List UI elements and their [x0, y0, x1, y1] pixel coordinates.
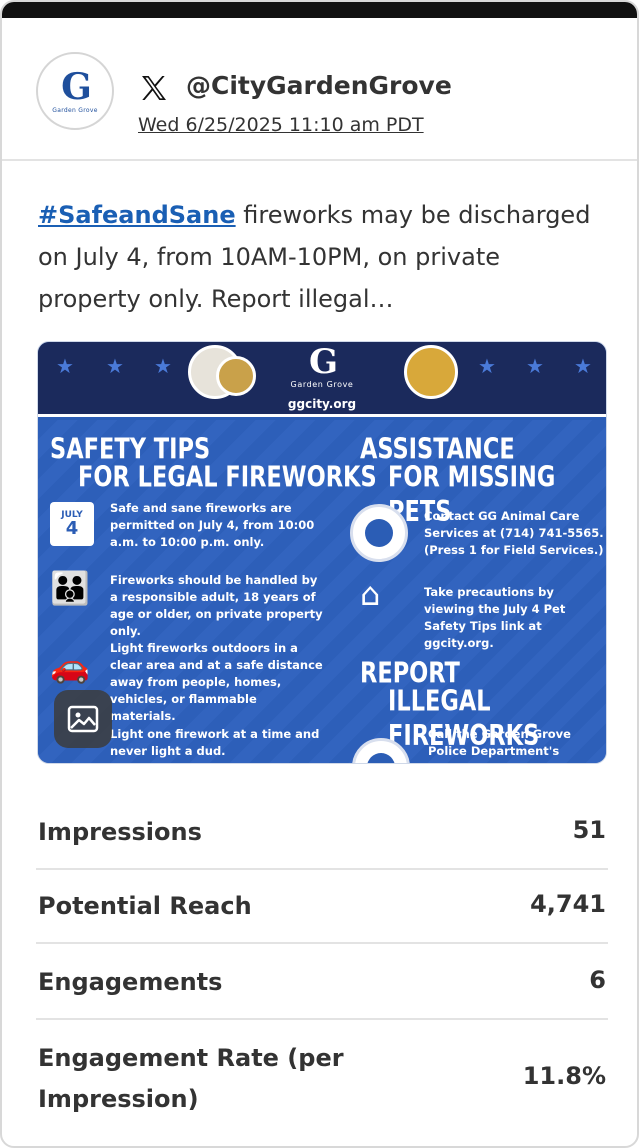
flyer-url: ggcity.org: [287, 397, 357, 411]
avatar[interactable]: G Garden Grove: [36, 52, 114, 130]
stat-label: Potential Reach: [38, 892, 252, 920]
pets-tip-2: Take precautions by viewing the July 4 P…: [424, 585, 566, 650]
animal-care-seal-icon: [350, 504, 408, 562]
post-text: #SafeandSane fireworks may be discharged…: [38, 194, 604, 320]
report-text: Call the Garden Grove Police Department'…: [428, 727, 571, 758]
tip-3: Light fireworks outdoors in a clear area…: [110, 641, 323, 723]
tip-4: Light one firework at a time and never l…: [110, 727, 320, 758]
image-icon: [67, 705, 99, 733]
post-timestamp-link[interactable]: Wed 6/25/2025 11:10 am PDT: [138, 114, 424, 136]
doghouse-icon: ⌂: [360, 575, 381, 613]
stat-label: Impressions: [38, 818, 202, 846]
tip-1: Safe and sane fireworks are permitted on…: [110, 501, 315, 549]
stat-row-engagement-rate: Engagement Rate (per Impression) 11.8%: [36, 1020, 608, 1140]
stat-row-engagements: Engagements 6: [36, 944, 608, 1020]
x-logo-icon: [142, 76, 166, 100]
account-handle[interactable]: @CityGardenGrove: [186, 71, 452, 100]
safety-subtitle: FOR LEGAL FIREWORKS: [78, 460, 377, 494]
post-report-card: G Garden Grove @CityGardenGrove Wed 6/25…: [0, 0, 639, 1148]
post-header: G Garden Grove @CityGardenGrove Wed 6/25…: [2, 18, 637, 161]
post-image[interactable]: ★ ★ ★ ★ ★ ★ G Garden Grove ggcity.org SA…: [37, 341, 607, 764]
city-logo: G Garden Grove ggcity.org: [38, 344, 606, 411]
pets-tip-1: Contact GG Animal Care Services at (714)…: [424, 509, 604, 557]
stat-row-potential-reach: Potential Reach 4,741: [36, 870, 608, 944]
stat-value: 11.8%: [522, 1062, 606, 1090]
tip-2: Fireworks should be handled by a respons…: [110, 573, 323, 638]
car-icon: 🚗: [50, 647, 90, 685]
stat-value: 51: [572, 816, 606, 844]
stat-label: Engagements: [38, 968, 223, 996]
hashtag-link[interactable]: #SafeandSane: [38, 201, 236, 229]
gallery-button[interactable]: [54, 690, 112, 748]
adult-child-icon: 👪: [50, 569, 90, 607]
stat-label: Engagement Rate (per Impression): [38, 1044, 344, 1113]
stat-row-impressions: Impressions 51: [36, 796, 608, 870]
stats-table: Impressions 51 Potential Reach 4,741 Eng…: [36, 796, 608, 1140]
avatar-caption: Garden Grove: [52, 106, 98, 114]
top-bar: [2, 2, 637, 18]
avatar-logo: G: [61, 65, 92, 108]
stat-value: 4,741: [530, 890, 606, 918]
stat-value: 6: [589, 966, 606, 994]
flyer-body: SAFETY TIPS FOR LEGAL FIREWORKS JULY 4 S…: [38, 420, 606, 763]
flyer-header: ★ ★ ★ ★ ★ ★ G Garden Grove ggcity.org: [38, 342, 606, 417]
calendar-icon: JULY 4: [50, 502, 94, 546]
